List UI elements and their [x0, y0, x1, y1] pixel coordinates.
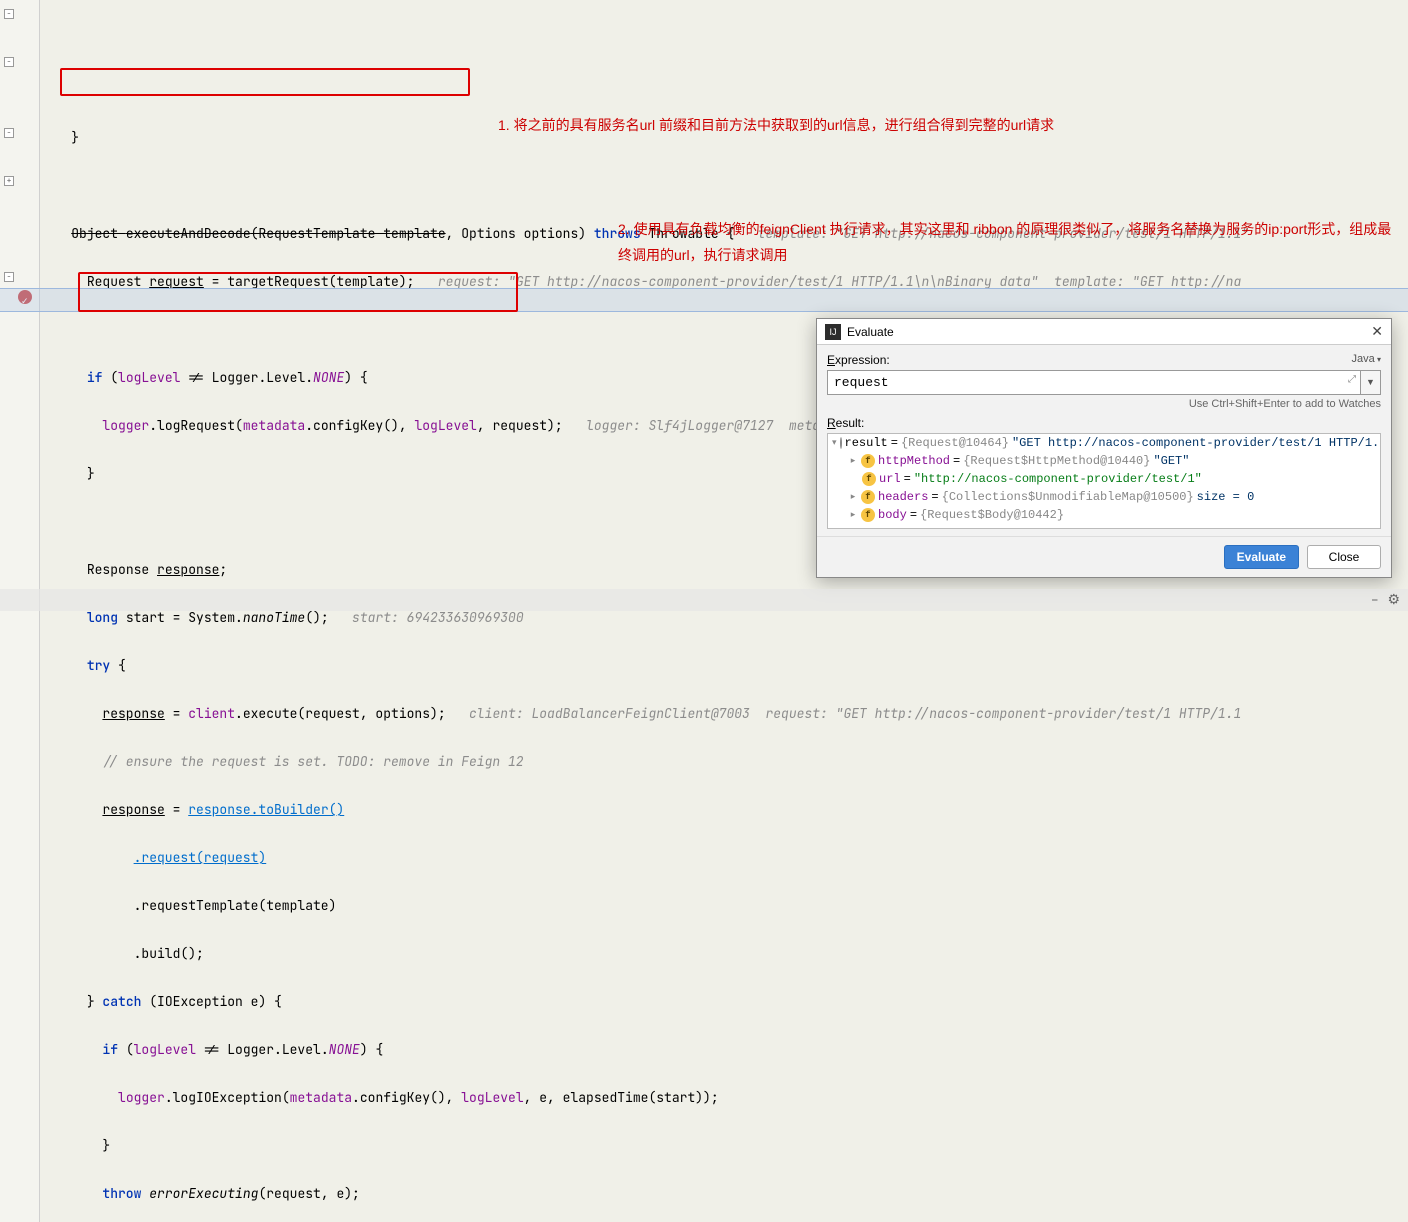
fold-marker[interactable]: +	[4, 176, 14, 186]
field-icon: f	[861, 490, 875, 504]
object-icon	[840, 437, 842, 449]
tree-row[interactable]: f httpMethod = {Request$HttpMethod@10440…	[828, 452, 1380, 470]
expand-icon[interactable]: ⤢	[1348, 374, 1356, 386]
field-icon: f	[861, 508, 875, 522]
app-icon: IJ	[825, 324, 841, 340]
fold-marker[interactable]: −	[4, 57, 14, 67]
language-selector[interactable]: Java	[1352, 353, 1382, 365]
field-icon: f	[862, 472, 876, 486]
gear-icon[interactable]: ⚙	[1387, 591, 1400, 609]
expression-label: Expression:	[827, 353, 1381, 367]
fold-marker[interactable]: −	[4, 128, 14, 138]
fold-marker[interactable]: −	[4, 272, 14, 282]
status-sep: ⎯	[1372, 593, 1378, 607]
gutter: − − − + −	[0, 0, 40, 1222]
annotation-text: 1. 将之前的具有服务名url 前缀和目前方法中获取到的url信息，进行组合得到…	[498, 115, 1054, 135]
annotation-text: 2. 使用具有负载均衡的feignClient 执行请求，其实这里和 ribbo…	[618, 216, 1398, 268]
tree-row-url[interactable]: f url = "http://nacos-component-provider…	[828, 470, 1380, 488]
fold-marker[interactable]: −	[4, 9, 14, 19]
close-button[interactable]: Close	[1307, 545, 1381, 569]
highlight-box	[78, 272, 518, 312]
evaluate-dialog: IJ Evaluate ✕ Java Expression: request ⤢…	[816, 318, 1392, 578]
field-icon: f	[861, 454, 875, 468]
code-editor[interactable]: − − − + − } Object executeAndDecode(Requ…	[0, 0, 1408, 1222]
dialog-footer: Evaluate Close	[817, 536, 1391, 577]
tree-row-result[interactable]: result = {Request@10464} "GET http://nac…	[828, 434, 1380, 452]
evaluate-button[interactable]: Evaluate	[1224, 545, 1299, 569]
tree-row[interactable]: f headers = {Collections$UnmodifiableMap…	[828, 488, 1380, 506]
close-icon[interactable]: ✕	[1371, 323, 1383, 340]
result-tree[interactable]: result = {Request@10464} "GET http://nac…	[827, 433, 1381, 529]
expression-dropdown[interactable]: ▼	[1361, 370, 1381, 395]
status-bar: ⎯ ⚙	[0, 589, 1408, 611]
dialog-titlebar[interactable]: IJ Evaluate ✕	[817, 319, 1391, 345]
highlight-box	[60, 68, 470, 96]
dialog-title: Evaluate	[847, 325, 894, 339]
hint-text: Use Ctrl+Shift+Enter to add to Watches	[827, 398, 1381, 410]
tree-row[interactable]: f body = {Request$Body@10442}	[828, 506, 1380, 524]
result-label: Result:	[827, 416, 1381, 430]
expression-input[interactable]: request ⤢	[827, 370, 1361, 395]
